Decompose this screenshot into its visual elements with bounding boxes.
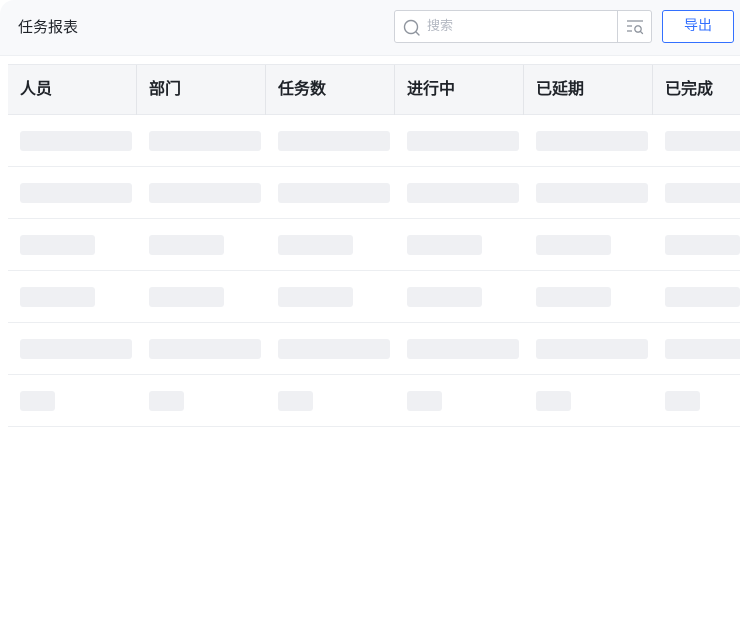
search-box [394, 10, 652, 43]
skeleton-cell [20, 131, 132, 151]
skeleton-cell [407, 131, 519, 151]
skeleton-cell [149, 391, 184, 411]
column-header-person[interactable]: 人员 [8, 65, 137, 115]
skeleton-cell [536, 391, 571, 411]
skeleton-cell [407, 183, 519, 203]
column-header-task-count[interactable]: 任务数 [266, 65, 395, 115]
column-header-in-progress[interactable]: 进行中 [395, 65, 524, 115]
skeleton-cell [665, 235, 740, 255]
filter-search-icon [627, 20, 644, 35]
skeleton-cell [536, 131, 648, 151]
skeleton-cell [278, 391, 313, 411]
skeleton-cell [536, 235, 611, 255]
skeleton-cell [278, 287, 353, 307]
skeleton-cell [20, 391, 55, 411]
skeleton-cell [20, 235, 95, 255]
table-row-skeleton [8, 375, 740, 427]
skeleton-cell [536, 183, 648, 203]
skeleton-cell [407, 339, 519, 359]
skeleton-cell [149, 287, 224, 307]
skeleton-cell [20, 183, 132, 203]
skeleton-cell [536, 287, 611, 307]
table-row-skeleton [8, 323, 740, 375]
skeleton-cell [665, 391, 700, 411]
task-report-page: 任务报表 导出 人员部门任务数进行中已延期已完成 [0, 0, 740, 640]
skeleton-cell [20, 339, 132, 359]
skeleton-cell [278, 339, 390, 359]
table-row-skeleton [8, 115, 740, 167]
table-row-skeleton [8, 167, 740, 219]
column-header-completed[interactable]: 已完成 [653, 65, 740, 115]
skeleton-cell [665, 183, 740, 203]
skeleton-cell [278, 235, 353, 255]
page-title: 任务报表 [18, 18, 79, 36]
table-header: 人员 部门 任务数 进行中 已延期 已完成 [8, 64, 740, 115]
column-header-overdue[interactable]: 已延期 [524, 65, 653, 115]
export-button[interactable]: 导出 [662, 10, 734, 43]
skeleton-cell [278, 131, 390, 151]
table-row-skeleton [8, 271, 740, 323]
report-table: 人员 部门 任务数 进行中 已延期 已完成 [8, 64, 740, 427]
table-body [8, 115, 740, 427]
skeleton-cell [407, 391, 442, 411]
skeleton-cell [665, 287, 740, 307]
skeleton-cell [665, 339, 740, 359]
skeleton-cell [536, 339, 648, 359]
search-input[interactable] [427, 12, 607, 41]
skeleton-cell [149, 131, 261, 151]
skeleton-cell [20, 287, 95, 307]
filter-search-button[interactable] [617, 11, 651, 42]
skeleton-cell [665, 131, 740, 151]
skeleton-cell [149, 339, 261, 359]
skeleton-cell [149, 235, 224, 255]
table-row-skeleton [8, 219, 740, 271]
toolbar: 任务报表 导出 [0, 0, 740, 56]
skeleton-cell [278, 183, 390, 203]
skeleton-cell [407, 287, 482, 307]
skeleton-cell [407, 235, 482, 255]
search-icon [402, 18, 422, 38]
column-header-department[interactable]: 部门 [137, 65, 266, 115]
skeleton-cell [149, 183, 261, 203]
